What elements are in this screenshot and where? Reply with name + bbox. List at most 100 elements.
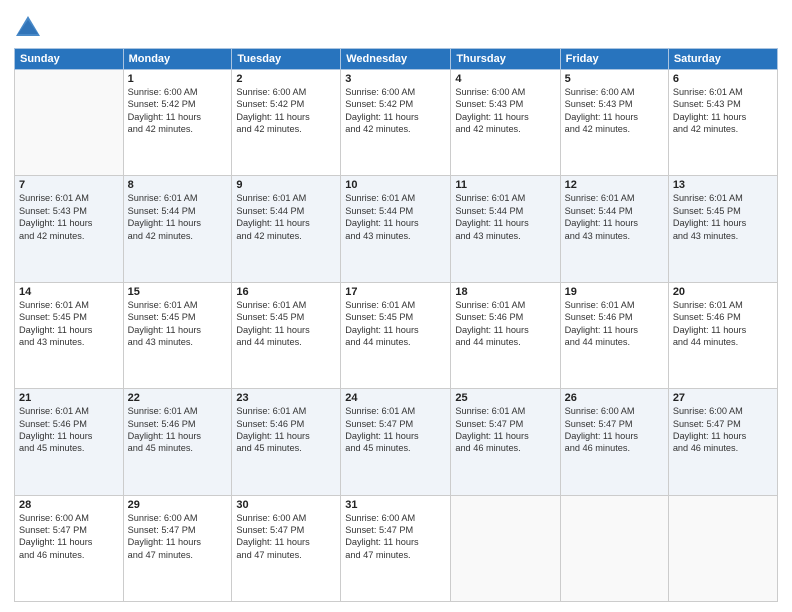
calendar-cell <box>668 495 777 601</box>
calendar-cell: 5Sunrise: 6:00 AMSunset: 5:43 PMDaylight… <box>560 70 668 176</box>
cell-line: Sunrise: 6:01 AM <box>19 192 119 204</box>
cell-line: Daylight: 11 hours <box>455 324 555 336</box>
day-number: 1 <box>128 73 228 85</box>
cell-line: and 44 minutes. <box>565 336 664 348</box>
cell-line: and 44 minutes. <box>236 336 336 348</box>
cell-line: and 43 minutes. <box>455 230 555 242</box>
cell-line: Sunset: 5:47 PM <box>128 524 228 536</box>
calendar-cell: 11Sunrise: 6:01 AMSunset: 5:44 PMDayligh… <box>451 176 560 282</box>
cell-line: and 42 minutes. <box>345 123 446 135</box>
cell-line: Sunrise: 6:00 AM <box>455 86 555 98</box>
cell-line: Sunset: 5:47 PM <box>565 418 664 430</box>
day-number: 11 <box>455 179 555 191</box>
cell-line: Sunrise: 6:00 AM <box>565 86 664 98</box>
day-header-monday: Monday <box>123 49 232 70</box>
cell-line: Sunrise: 6:00 AM <box>128 512 228 524</box>
cell-line: Sunrise: 6:01 AM <box>345 405 446 417</box>
cell-line: Sunrise: 6:01 AM <box>455 299 555 311</box>
cell-line: Daylight: 11 hours <box>345 217 446 229</box>
day-header-sunday: Sunday <box>15 49 124 70</box>
calendar-cell: 27Sunrise: 6:00 AMSunset: 5:47 PMDayligh… <box>668 389 777 495</box>
day-header-friday: Friday <box>560 49 668 70</box>
calendar-cell: 24Sunrise: 6:01 AMSunset: 5:47 PMDayligh… <box>341 389 451 495</box>
cell-line: Daylight: 11 hours <box>673 217 773 229</box>
cell-line: Sunrise: 6:01 AM <box>19 299 119 311</box>
cell-line: Daylight: 11 hours <box>236 430 336 442</box>
cell-line: and 44 minutes. <box>345 336 446 348</box>
cell-line: Sunset: 5:42 PM <box>345 98 446 110</box>
calendar-page: SundayMondayTuesdayWednesdayThursdayFrid… <box>0 0 792 612</box>
cell-line: Daylight: 11 hours <box>455 430 555 442</box>
cell-line: Daylight: 11 hours <box>128 324 228 336</box>
calendar-cell: 12Sunrise: 6:01 AMSunset: 5:44 PMDayligh… <box>560 176 668 282</box>
cell-line: and 45 minutes. <box>19 442 119 454</box>
cell-line: and 42 minutes. <box>455 123 555 135</box>
day-number: 25 <box>455 392 555 404</box>
day-number: 31 <box>345 499 446 511</box>
calendar-cell: 9Sunrise: 6:01 AMSunset: 5:44 PMDaylight… <box>232 176 341 282</box>
day-header-thursday: Thursday <box>451 49 560 70</box>
cell-line: Sunset: 5:43 PM <box>19 205 119 217</box>
cell-line: Sunset: 5:46 PM <box>673 311 773 323</box>
calendar-cell: 14Sunrise: 6:01 AMSunset: 5:45 PMDayligh… <box>15 282 124 388</box>
cell-line: Daylight: 11 hours <box>345 324 446 336</box>
week-row-3: 14Sunrise: 6:01 AMSunset: 5:45 PMDayligh… <box>15 282 778 388</box>
day-header-tuesday: Tuesday <box>232 49 341 70</box>
cell-line: Daylight: 11 hours <box>345 430 446 442</box>
calendar-cell: 26Sunrise: 6:00 AMSunset: 5:47 PMDayligh… <box>560 389 668 495</box>
cell-line: Sunrise: 6:01 AM <box>236 405 336 417</box>
calendar-cell: 18Sunrise: 6:01 AMSunset: 5:46 PMDayligh… <box>451 282 560 388</box>
calendar-cell: 13Sunrise: 6:01 AMSunset: 5:45 PMDayligh… <box>668 176 777 282</box>
day-number: 12 <box>565 179 664 191</box>
cell-line: Sunrise: 6:01 AM <box>128 405 228 417</box>
calendar-cell <box>451 495 560 601</box>
cell-line: Sunrise: 6:01 AM <box>128 299 228 311</box>
cell-line: and 47 minutes. <box>345 549 446 561</box>
day-number: 21 <box>19 392 119 404</box>
cell-line: Daylight: 11 hours <box>455 217 555 229</box>
day-number: 22 <box>128 392 228 404</box>
cell-line: Daylight: 11 hours <box>345 111 446 123</box>
day-number: 23 <box>236 392 336 404</box>
cell-line: Sunset: 5:45 PM <box>128 311 228 323</box>
cell-line: Daylight: 11 hours <box>128 111 228 123</box>
calendar-cell: 17Sunrise: 6:01 AMSunset: 5:45 PMDayligh… <box>341 282 451 388</box>
cell-line: and 43 minutes. <box>345 230 446 242</box>
cell-line: Daylight: 11 hours <box>565 430 664 442</box>
cell-line: Sunset: 5:46 PM <box>565 311 664 323</box>
day-number: 19 <box>565 286 664 298</box>
cell-line: Sunrise: 6:01 AM <box>565 192 664 204</box>
cell-line: and 42 minutes. <box>236 230 336 242</box>
cell-line: Sunset: 5:47 PM <box>345 524 446 536</box>
cell-line: Sunset: 5:43 PM <box>565 98 664 110</box>
cell-line: Sunrise: 6:01 AM <box>236 299 336 311</box>
calendar-cell: 20Sunrise: 6:01 AMSunset: 5:46 PMDayligh… <box>668 282 777 388</box>
cell-line: Daylight: 11 hours <box>128 217 228 229</box>
cell-line: Daylight: 11 hours <box>236 324 336 336</box>
cell-line: and 45 minutes. <box>345 442 446 454</box>
day-number: 27 <box>673 392 773 404</box>
day-number: 29 <box>128 499 228 511</box>
cell-line: Daylight: 11 hours <box>345 536 446 548</box>
calendar-cell: 4Sunrise: 6:00 AMSunset: 5:43 PMDaylight… <box>451 70 560 176</box>
day-number: 18 <box>455 286 555 298</box>
day-number: 20 <box>673 286 773 298</box>
cell-line: Sunrise: 6:00 AM <box>128 86 228 98</box>
cell-line: and 47 minutes. <box>128 549 228 561</box>
week-row-4: 21Sunrise: 6:01 AMSunset: 5:46 PMDayligh… <box>15 389 778 495</box>
day-number: 16 <box>236 286 336 298</box>
day-number: 26 <box>565 392 664 404</box>
cell-line: Daylight: 11 hours <box>673 111 773 123</box>
header <box>14 10 778 42</box>
cell-line: Daylight: 11 hours <box>455 111 555 123</box>
cell-line: Sunrise: 6:01 AM <box>128 192 228 204</box>
cell-line: Sunset: 5:47 PM <box>19 524 119 536</box>
cell-line: Sunset: 5:44 PM <box>455 205 555 217</box>
calendar-cell: 16Sunrise: 6:01 AMSunset: 5:45 PMDayligh… <box>232 282 341 388</box>
calendar-cell: 15Sunrise: 6:01 AMSunset: 5:45 PMDayligh… <box>123 282 232 388</box>
day-number: 24 <box>345 392 446 404</box>
cell-line: and 43 minutes. <box>128 336 228 348</box>
cell-line: and 44 minutes. <box>455 336 555 348</box>
cell-line: Sunset: 5:47 PM <box>345 418 446 430</box>
day-number: 8 <box>128 179 228 191</box>
